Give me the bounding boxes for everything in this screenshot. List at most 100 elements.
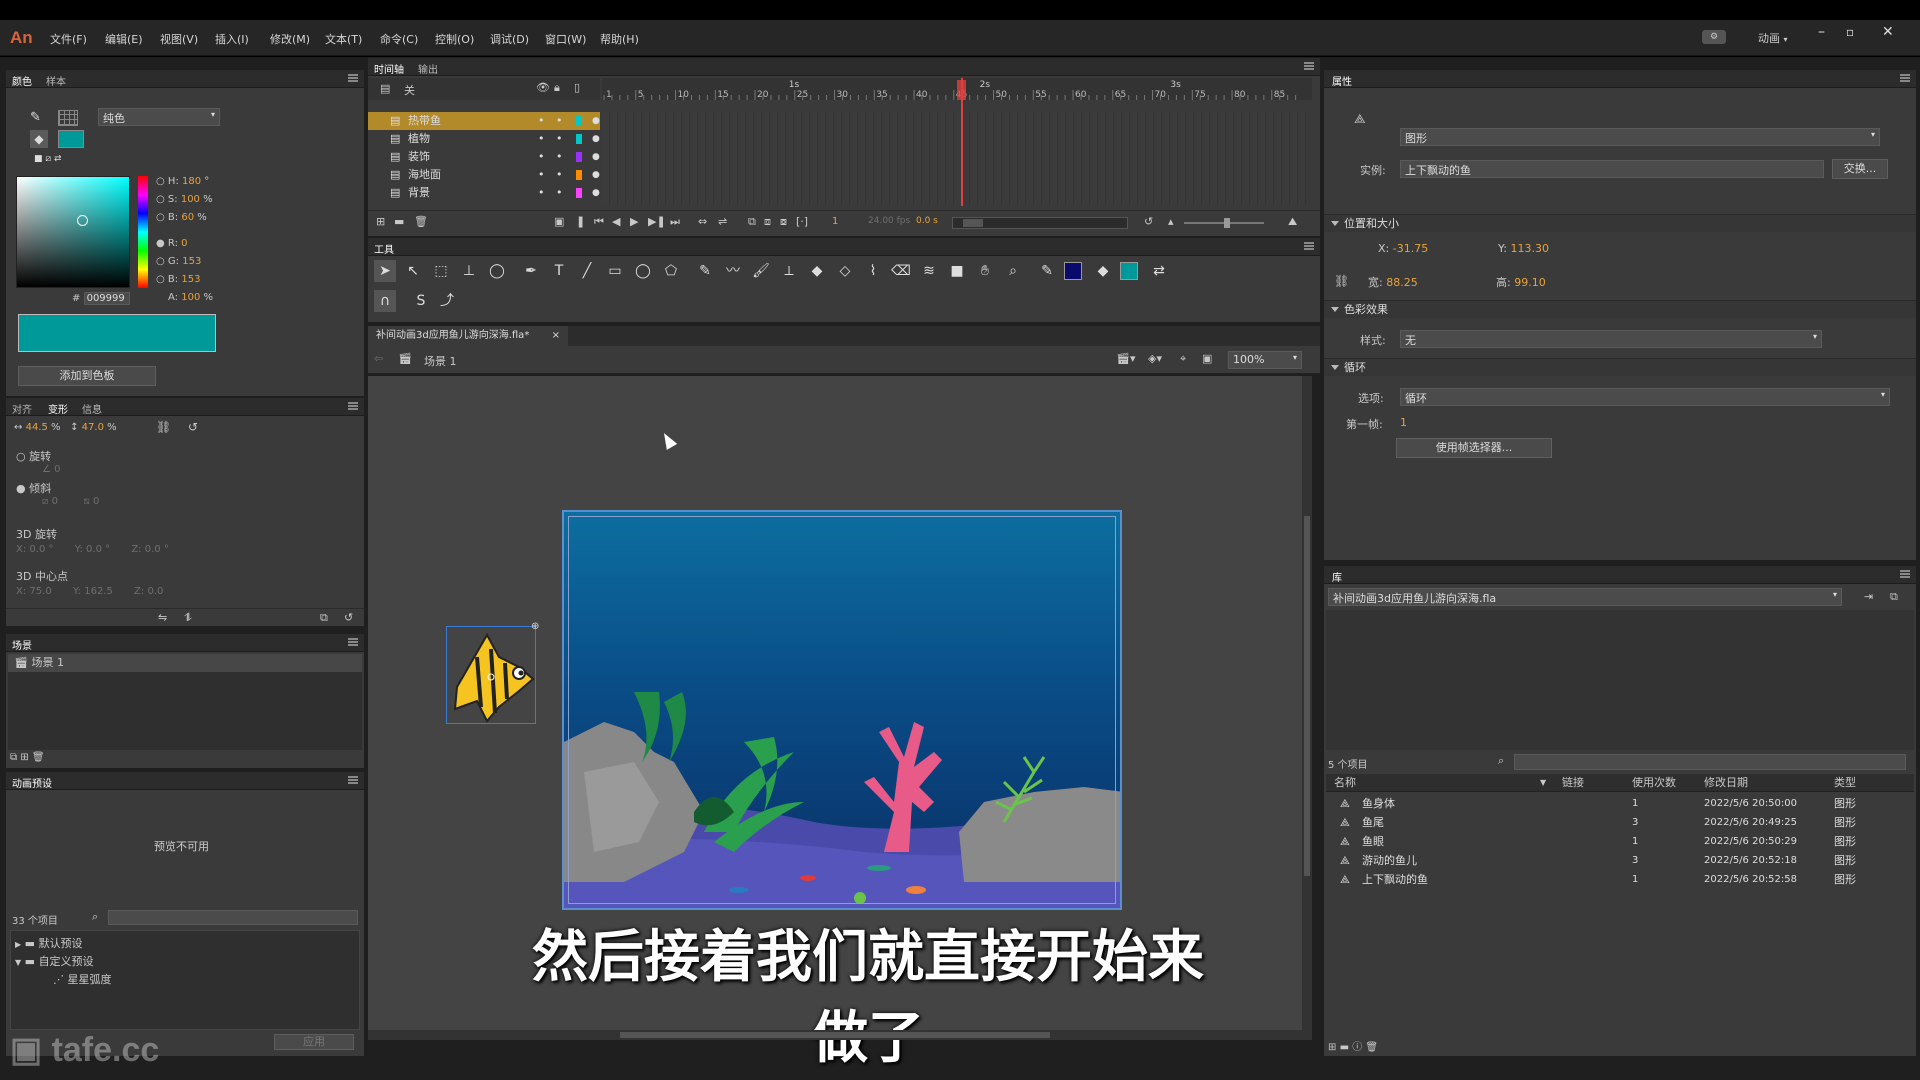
style-select[interactable]: 无 ▾ bbox=[1400, 330, 1822, 348]
scroll-thumb[interactable] bbox=[963, 219, 983, 227]
3d-rotation-icon[interactable]: ⊥ bbox=[458, 260, 480, 282]
scroll-thumb[interactable] bbox=[1304, 516, 1310, 876]
visibility-dot[interactable]: • bbox=[538, 166, 545, 184]
clip-icon[interactable]: ▣ bbox=[1202, 352, 1212, 365]
rot3d-x[interactable]: 0.0 ° bbox=[29, 544, 53, 555]
pen-icon[interactable]: ✒ bbox=[520, 260, 542, 282]
layer-row[interactable]: ▤ 背景 • • ● bbox=[368, 184, 600, 202]
ink-bottle-icon[interactable]: ◇ bbox=[834, 260, 856, 282]
apply-button[interactable]: 应用 bbox=[274, 1034, 354, 1050]
add-scene-icon[interactable]: ⊞ bbox=[20, 752, 28, 763]
reset-icon[interactable]: ↺ bbox=[188, 420, 198, 434]
list-item[interactable]: ⟁ 鱼眼 1 2022/5/6 20:50:29 图形 bbox=[1326, 832, 1914, 851]
oval-icon[interactable]: ◯ bbox=[632, 260, 654, 282]
menu-item[interactable]: 插入(I) bbox=[215, 31, 249, 47]
list-item[interactable]: ⟁ 游动的鱼儿 3 2022/5/6 20:52:18 图形 bbox=[1326, 851, 1914, 870]
tab-transform[interactable]: 变形 bbox=[48, 401, 68, 416]
sync-icon[interactable]: ⚙ bbox=[1702, 30, 1726, 44]
maximize-icon[interactable]: ▫ bbox=[1846, 25, 1854, 39]
lock-dot[interactable]: • bbox=[556, 130, 563, 148]
y-value[interactable]: 113.30 bbox=[1510, 242, 1549, 255]
layer-row[interactable]: ▤ 海地面 • • ● bbox=[368, 166, 600, 184]
loop-icon[interactable]: ⇔ bbox=[698, 215, 707, 228]
close-tab-icon[interactable]: × bbox=[552, 326, 560, 346]
scroll-thumb[interactable] bbox=[620, 1032, 1050, 1038]
eyedropper-icon[interactable]: ⌇ bbox=[862, 260, 884, 282]
eye-icon[interactable]: 👁︎ bbox=[536, 81, 550, 94]
tab-timeline[interactable]: 时间轴 bbox=[374, 61, 404, 76]
pause-icon[interactable]: ❚ bbox=[576, 215, 585, 228]
list-item[interactable]: ⟁ 上下飘动的鱼 1 2022/5/6 20:52:58 图形 bbox=[1326, 870, 1914, 889]
camera-icon[interactable]: ▣ bbox=[554, 215, 564, 228]
panel-menu-icon[interactable] bbox=[1900, 570, 1910, 578]
frames-area[interactable] bbox=[602, 112, 1308, 204]
column-header[interactable]: 类型 bbox=[1834, 774, 1856, 792]
skew-h-value[interactable]: 0 bbox=[52, 496, 58, 507]
skew-v-value[interactable]: 0 bbox=[93, 496, 99, 507]
layer-row[interactable]: ▤ 植物 • • ● bbox=[368, 130, 600, 148]
paint-bucket-icon[interactable]: ◆ bbox=[806, 260, 828, 282]
go-last-icon[interactable]: ⏭︎ bbox=[670, 215, 680, 229]
pasteboard[interactable]: ⊕ 然后接着我们就直接开始来做了 bbox=[368, 376, 1312, 1071]
menu-item[interactable]: 调试(D) bbox=[490, 31, 529, 47]
rot3d-z[interactable]: 0.0 ° bbox=[145, 544, 169, 555]
panel-menu-icon[interactable] bbox=[348, 638, 358, 646]
rectangle-icon[interactable]: ▭ bbox=[604, 260, 626, 282]
close-icon[interactable]: ✕ bbox=[1882, 24, 1894, 40]
layer-row[interactable]: ▤ 热带鱼 • • ● bbox=[368, 112, 600, 130]
onion-skin-icon[interactable]: ⧉ bbox=[748, 215, 756, 229]
straighten-icon[interactable]: ⤴ bbox=[436, 290, 458, 312]
stage[interactable] bbox=[562, 510, 1122, 910]
panel-menu-icon[interactable] bbox=[348, 402, 358, 410]
delete-scene-icon[interactable]: 🗑︎ bbox=[32, 752, 45, 763]
hex-input[interactable]: 009999 bbox=[83, 292, 130, 305]
lock-dot[interactable]: • bbox=[556, 166, 563, 184]
edit-scene-icon[interactable]: 🎬︎▾ bbox=[1116, 352, 1136, 365]
zoom-small-icon[interactable]: ▴ bbox=[1168, 215, 1174, 228]
line-icon[interactable]: ╱ bbox=[576, 260, 598, 282]
onion-outline-icon[interactable]: ⧈ bbox=[764, 215, 771, 229]
library-file-select[interactable]: 补间动画3d应用鱼儿游向深海.fla ▾ bbox=[1328, 588, 1842, 606]
width-tool-icon[interactable]: ≋ bbox=[918, 260, 940, 282]
timeline-zoom-slider[interactable] bbox=[1184, 218, 1264, 228]
outline-icon[interactable]: ▯ bbox=[574, 81, 580, 94]
bone-icon[interactable]: ⟂ bbox=[778, 260, 800, 282]
tree-item[interactable]: ▶ ▬ 默认预设 bbox=[15, 935, 83, 951]
loop-option-select[interactable]: 循环 ▾ bbox=[1400, 388, 1890, 406]
search-icon[interactable]: ⌕ bbox=[92, 910, 98, 924]
r-value[interactable]: 0 bbox=[181, 238, 187, 249]
h-value[interactable]: 180 bbox=[182, 176, 201, 187]
flip-v-icon[interactable]: ⥮ bbox=[184, 611, 192, 625]
center3d-z[interactable]: 0.0 bbox=[147, 586, 163, 597]
w-value[interactable]: 88.25 bbox=[1386, 276, 1418, 289]
panel-menu-icon[interactable] bbox=[348, 776, 358, 784]
free-transform-icon[interactable]: ⬚ bbox=[430, 260, 452, 282]
camera-tool-icon[interactable]: ■ bbox=[946, 260, 968, 282]
tab-output[interactable]: 输出 bbox=[418, 61, 438, 76]
radio-icon[interactable]: ○ bbox=[156, 256, 165, 267]
b-value[interactable]: 60 bbox=[181, 212, 194, 223]
eraser-icon[interactable]: ⌫ bbox=[890, 260, 912, 282]
zoom-tool-icon[interactable]: ⌕ bbox=[1002, 260, 1024, 282]
search-icon[interactable]: ⌕ bbox=[1498, 754, 1504, 768]
center3d-y[interactable]: 162.5 bbox=[84, 586, 113, 597]
fps-value[interactable]: 24.00 fps bbox=[868, 216, 910, 226]
radio-icon[interactable]: ○ bbox=[156, 212, 165, 223]
grid-icon[interactable] bbox=[58, 110, 78, 126]
frame-picker-button[interactable]: 使用帧选择器... bbox=[1396, 438, 1552, 458]
lasso-icon[interactable]: ◯ bbox=[486, 260, 508, 282]
canvas-hscroll[interactable] bbox=[368, 1030, 1302, 1040]
x-value[interactable]: -31.75 bbox=[1393, 242, 1428, 255]
pencil-icon[interactable]: ✎ bbox=[694, 260, 716, 282]
minimize-icon[interactable]: – bbox=[1818, 24, 1825, 40]
zoom-select[interactable]: 100% ▾ bbox=[1228, 351, 1302, 369]
library-search-input[interactable] bbox=[1514, 754, 1906, 770]
back-arrow-icon[interactable]: ⇦ bbox=[374, 352, 383, 365]
column-header[interactable]: 使用次数 bbox=[1632, 774, 1676, 792]
fill-bucket-icon[interactable]: ◆ bbox=[30, 130, 48, 148]
constrain-icon[interactable]: ⛓ bbox=[156, 420, 171, 434]
lock-dot[interactable]: • bbox=[556, 148, 563, 166]
layer-color-swatch[interactable] bbox=[576, 170, 582, 180]
new-folder-icon[interactable]: ▬ bbox=[394, 215, 404, 228]
add-to-swatches-button[interactable]: 添加到色板 bbox=[18, 366, 156, 386]
